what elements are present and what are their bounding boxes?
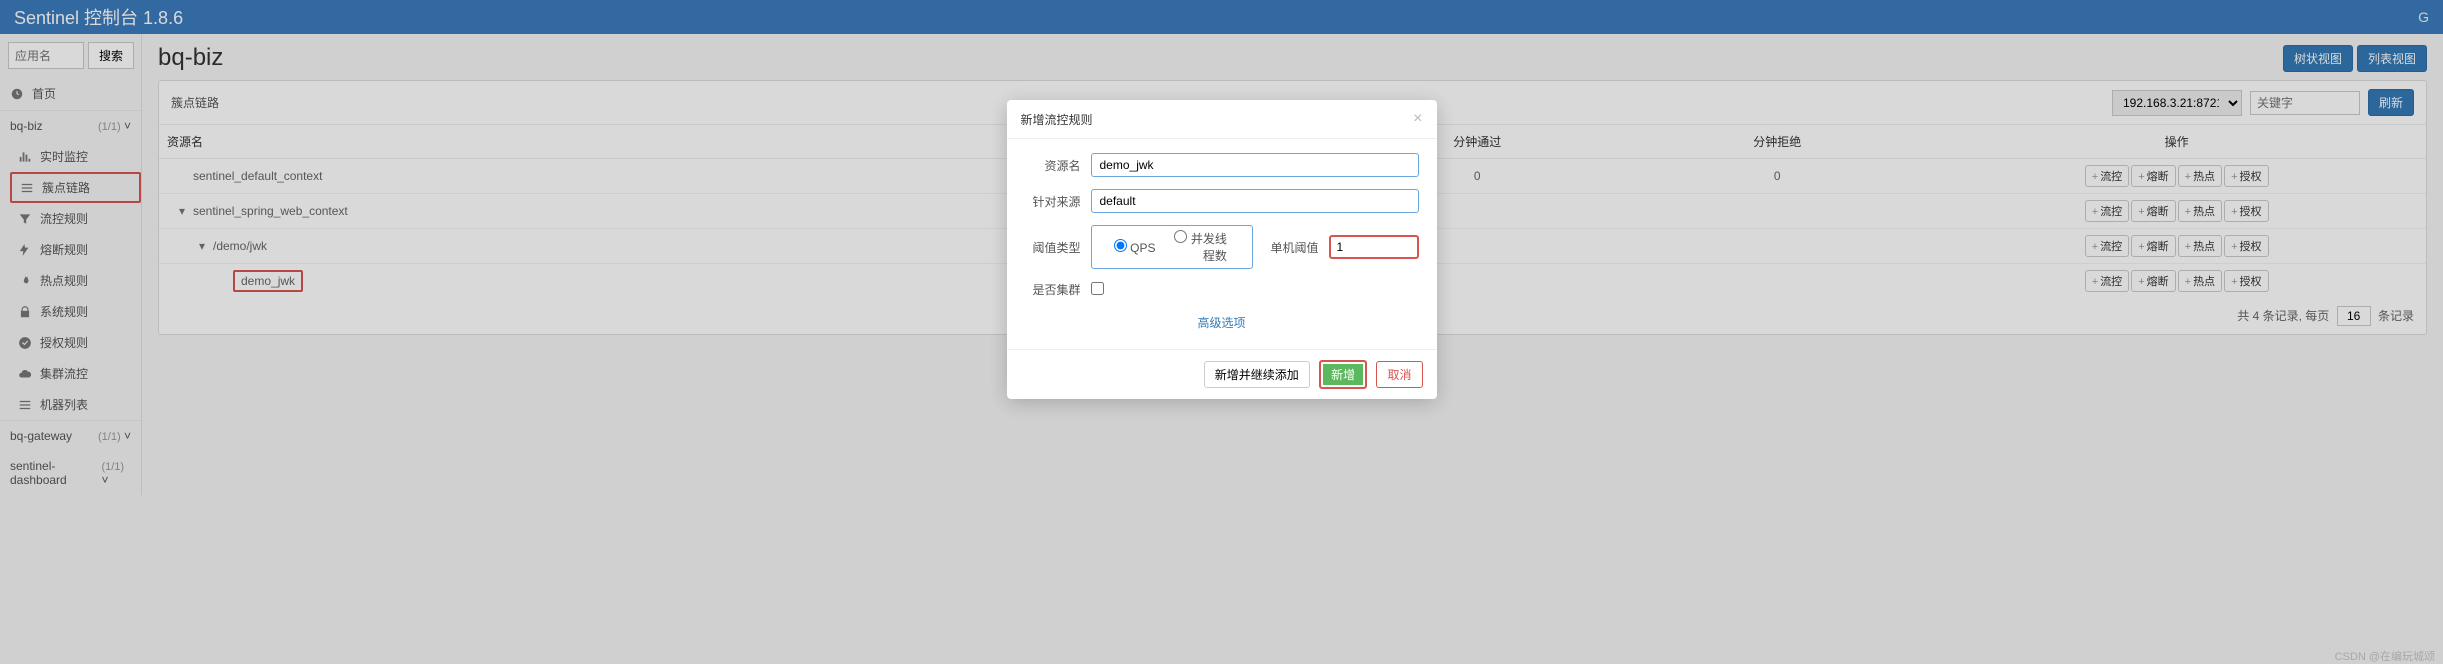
modal-overlay: 新增流控规则 × 资源名 针对来源 阈值类型 QPS 并发线程数 单机阈值 [0,0,2443,664]
label-type: 阈值类型 [1025,239,1081,256]
add-button[interactable]: 新增 [1319,360,1367,389]
cancel-button[interactable]: 取消 [1376,361,1422,388]
threshold-input[interactable] [1329,235,1419,259]
label-resource: 资源名 [1025,157,1081,174]
label-origin: 针对来源 [1025,193,1081,210]
modal-title: 新增流控规则 [1021,111,1093,128]
advanced-options-link[interactable]: 高级选项 [1025,310,1419,335]
resource-input[interactable] [1091,153,1419,177]
label-cluster: 是否集群 [1025,281,1081,298]
qps-radio-wrap[interactable]: QPS [1100,239,1156,255]
close-icon[interactable]: × [1413,110,1422,128]
qps-radio[interactable] [1114,239,1127,252]
cluster-checkbox[interactable] [1091,282,1104,295]
add-continue-button[interactable]: 新增并继续添加 [1204,361,1310,388]
watermark: CSDN @在编玩城颂 [2335,648,2435,664]
concurrency-radio[interactable] [1174,230,1187,243]
label-single: 单机阈值 [1263,239,1319,256]
concurrency-radio-wrap[interactable]: 并发线程数 [1171,230,1227,264]
flow-rule-modal: 新增流控规则 × 资源名 针对来源 阈值类型 QPS 并发线程数 单机阈值 [1007,100,1437,399]
origin-input[interactable] [1091,189,1419,213]
